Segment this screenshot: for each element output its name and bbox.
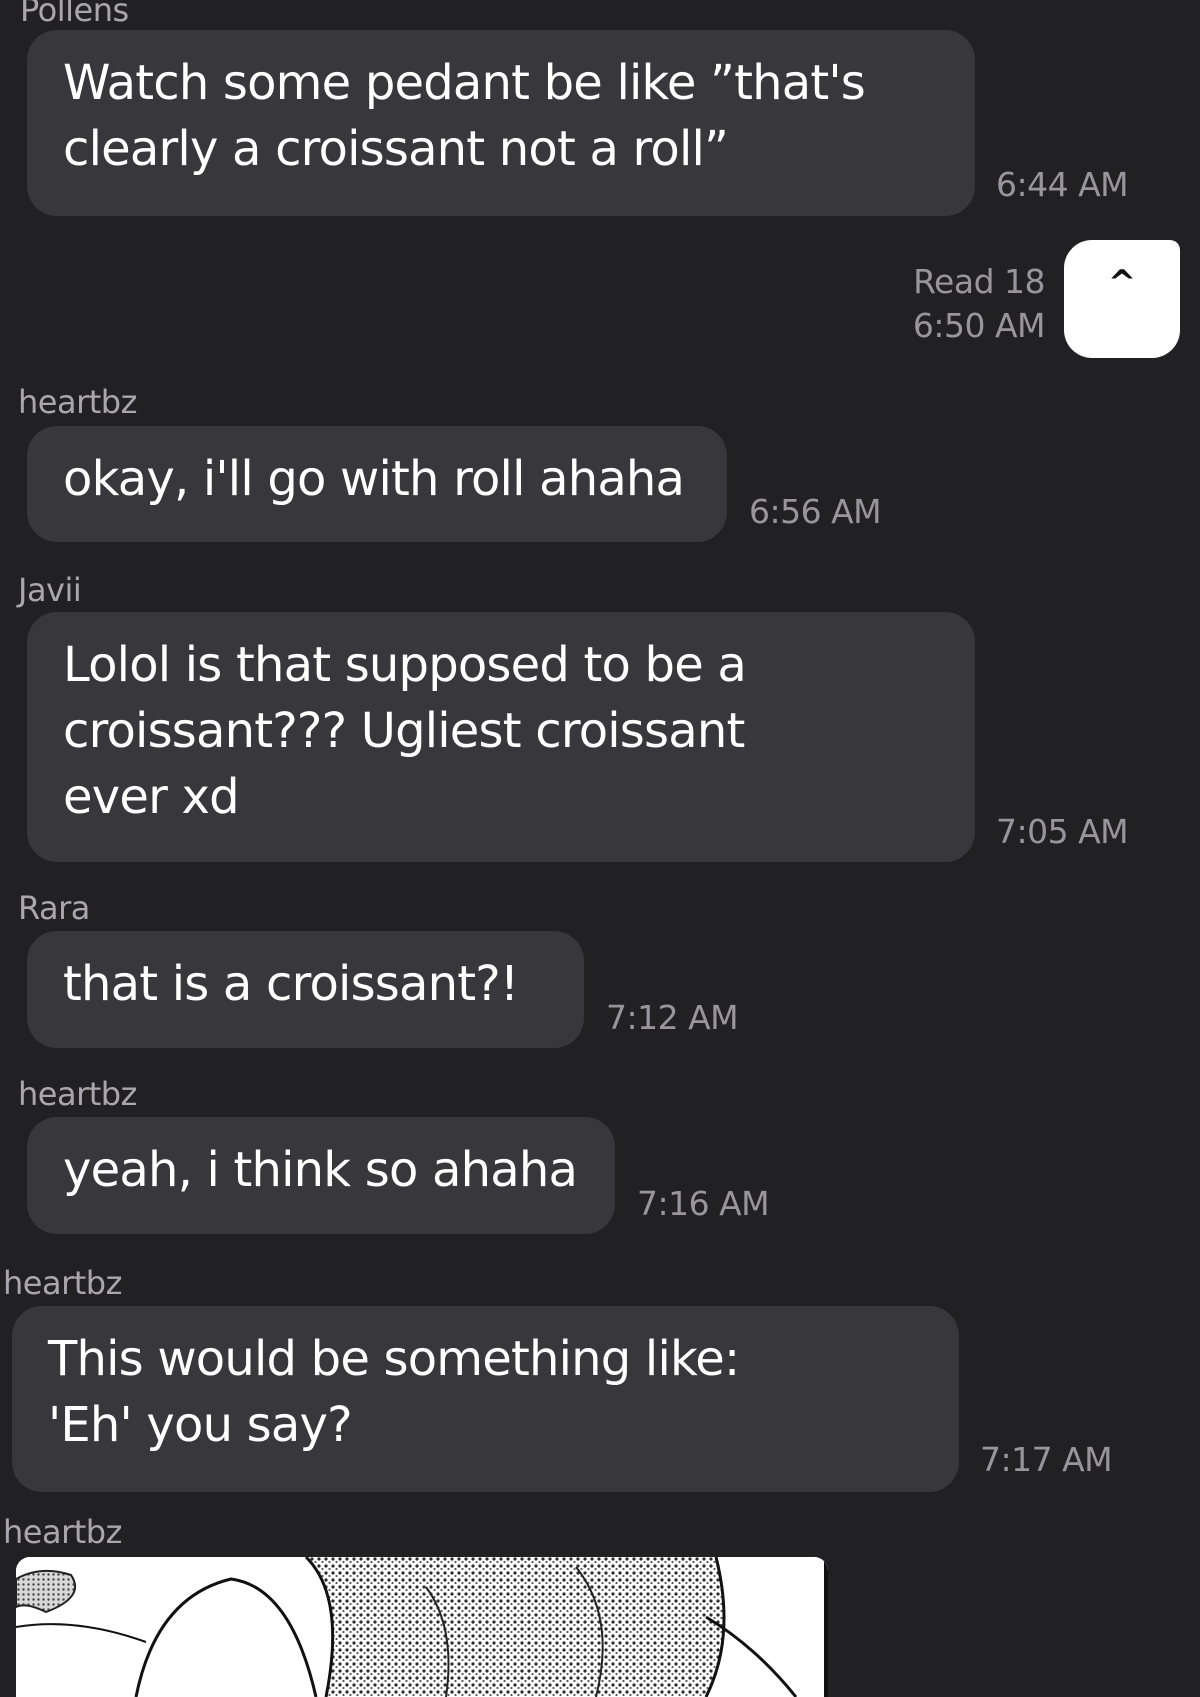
message-bubble[interactable]: okay, i'll go with roll ahaha <box>27 426 727 542</box>
sender-name[interactable]: Javii <box>18 572 82 608</box>
message-timestamp: 7:12 AM <box>606 998 739 1037</box>
message-bubble[interactable]: yeah, i think so ahaha <box>27 1117 615 1234</box>
sender-name[interactable]: heartbz <box>18 1076 137 1112</box>
manga-illustration <box>16 1557 828 1697</box>
sender-name[interactable]: Pollens <box>20 0 129 28</box>
message-timestamp: 7:05 AM <box>996 812 1129 851</box>
message-bubble[interactable]: Lolol is that supposed to be a croissant… <box>27 612 975 862</box>
message-timestamp: 6:56 AM <box>749 492 882 531</box>
read-receipt: Read 18 6:50 AM <box>900 260 1046 348</box>
read-count: Read 18 <box>913 262 1045 301</box>
sender-name[interactable]: heartbz <box>18 384 137 420</box>
sender-name[interactable]: Rara <box>18 890 90 926</box>
message-bubble[interactable]: Watch some pedant be like ”that's clearl… <box>27 30 975 216</box>
message-bubble[interactable]: that is a croissant?! <box>27 931 584 1048</box>
message-bubble[interactable]: This would be something like: 'Eh' you s… <box>12 1306 959 1492</box>
sender-name[interactable]: heartbz <box>3 1265 122 1301</box>
own-message-timestamp: 6:50 AM <box>912 306 1046 345</box>
message-timestamp: 6:44 AM <box>996 165 1129 204</box>
sender-name[interactable]: heartbz <box>3 1514 122 1550</box>
message-timestamp: 7:16 AM <box>637 1184 770 1223</box>
manga-panel-image[interactable] <box>16 1557 828 1697</box>
own-message-bubble[interactable]: ^ <box>1064 240 1180 358</box>
message-timestamp: 7:17 AM <box>980 1440 1113 1479</box>
